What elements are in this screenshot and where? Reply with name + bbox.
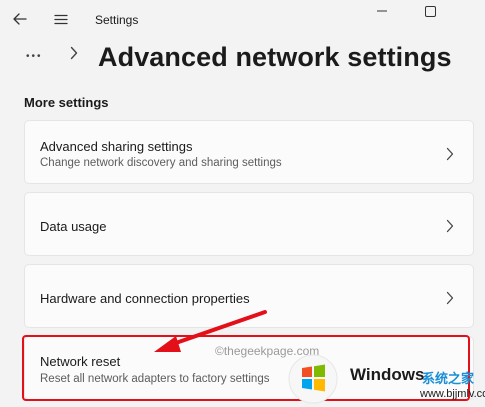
window-title: Settings bbox=[95, 13, 139, 27]
breadcrumb-separator bbox=[70, 46, 78, 65]
maximize-button[interactable] bbox=[418, 0, 442, 22]
navigation-menu-button[interactable] bbox=[50, 8, 72, 30]
windows-watermark-badge: Windows 系统之家 www.bjjmlv.com bbox=[280, 350, 485, 407]
card-title: Data usage bbox=[40, 219, 107, 234]
card-title: Hardware and connection properties bbox=[40, 291, 250, 306]
chevron-right-icon bbox=[446, 147, 454, 161]
windows-watermark-label: Windows bbox=[350, 365, 425, 384]
hardware-connection-properties-card[interactable]: Hardware and connection properties bbox=[24, 264, 474, 328]
chevron-right-icon bbox=[446, 219, 454, 233]
chevron-right-icon bbox=[446, 291, 454, 305]
data-usage-card[interactable]: Data usage bbox=[24, 192, 474, 256]
minimize-button[interactable] bbox=[370, 0, 394, 22]
cn-watermark-label: 系统之家 bbox=[422, 372, 475, 387]
watermark-url: www.bjjmlv.com bbox=[420, 388, 485, 400]
section-label: More settings bbox=[24, 95, 109, 110]
windows-logo-icon bbox=[288, 354, 338, 404]
maximize-icon bbox=[424, 5, 436, 17]
hamburger-menu-icon bbox=[54, 14, 68, 24]
back-button[interactable] bbox=[8, 8, 32, 30]
advanced-sharing-settings-card[interactable]: Advanced sharing settings Change network… bbox=[24, 120, 474, 184]
back-arrow-icon bbox=[13, 13, 27, 25]
more-icon: ••• bbox=[26, 51, 43, 62]
more-breadcrumb-button[interactable]: ••• bbox=[26, 44, 52, 70]
page-title: Advanced network settings bbox=[98, 42, 452, 72]
card-title: Advanced sharing settings bbox=[40, 139, 193, 154]
minimize-icon bbox=[377, 10, 387, 12]
chevron-right-icon bbox=[70, 46, 78, 60]
card-description: Change network discovery and sharing set… bbox=[40, 157, 282, 169]
